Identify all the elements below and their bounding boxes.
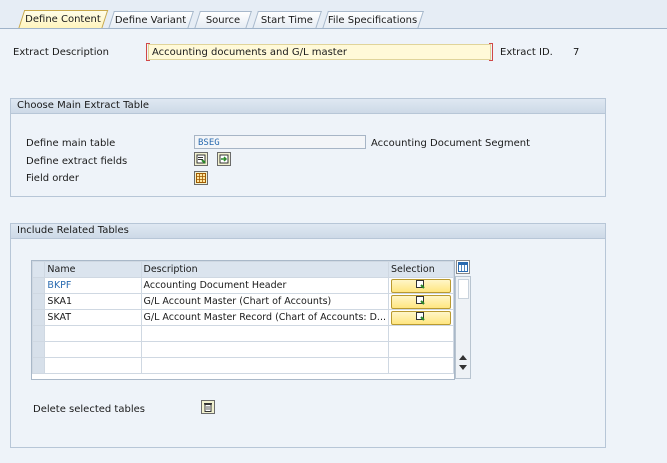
table-description: G/L Account Master (Chart of Accounts) (140, 293, 389, 310)
delete-selected-tables-label: Delete selected tables (33, 404, 145, 415)
empty-cell[interactable] (140, 341, 389, 358)
empty-cell[interactable] (44, 357, 142, 374)
required-bracket-right (489, 43, 493, 61)
extract-description-input[interactable]: Accounting documents and G/L master (148, 44, 491, 60)
column-settings-icon (458, 262, 468, 272)
table-name-link[interactable]: BKPF (44, 277, 142, 294)
extract-id-label: Extract ID. (500, 47, 553, 58)
edit-list-icon (416, 295, 426, 305)
tab-define-variant[interactable]: Define Variant (108, 11, 194, 29)
related-tables-grid: Name Description Selection BKPF Accounti… (31, 260, 455, 380)
grid-header-row: Name Description Selection (31, 261, 455, 278)
table-description: G/L Account Master Record (Chart of Acco… (140, 309, 389, 326)
edit-list-icon (416, 279, 426, 289)
tab-start-time[interactable]: Start Time (252, 11, 322, 29)
table-grid-icon (196, 173, 206, 183)
empty-row (31, 357, 455, 374)
column-header-selection[interactable]: Selection (387, 261, 455, 278)
selection-cell (387, 309, 455, 326)
extract-id-value: 7 (573, 47, 580, 58)
tab-source[interactable]: Source (194, 11, 252, 29)
selection-button[interactable] (390, 294, 451, 309)
empty-cell[interactable] (140, 325, 389, 342)
row-selector[interactable] (31, 293, 46, 310)
row-selector[interactable] (31, 325, 46, 342)
tab-strip: Define Content Define Variant Source Sta… (0, 0, 667, 30)
main-table-description: Accounting Document Segment (371, 138, 531, 149)
selection-cell (387, 277, 455, 294)
selection-cell (387, 293, 455, 310)
empty-cell[interactable] (387, 357, 455, 374)
table-description: Accounting Document Header (140, 277, 389, 294)
row-selector[interactable] (31, 341, 46, 358)
define-main-table-label: Define main table (26, 138, 116, 149)
vertical-scrollbar[interactable] (455, 276, 471, 379)
empty-row (31, 341, 455, 358)
column-settings-button[interactable] (456, 260, 470, 274)
tab-file-specifications[interactable]: File Specifications (322, 11, 424, 29)
column-header-description[interactable]: Description (140, 261, 389, 278)
delete-button[interactable] (201, 400, 215, 414)
panel-title: Include Related Tables (11, 224, 605, 239)
scroll-up-icon[interactable] (459, 354, 467, 360)
row-selector[interactable] (31, 277, 46, 294)
table-name: SKA1 (44, 293, 142, 310)
scroll-down-icon[interactable] (459, 365, 467, 371)
column-header-name[interactable]: Name (44, 261, 142, 278)
row-selector[interactable] (31, 309, 46, 326)
panel-title: Choose Main Extract Table (11, 99, 605, 114)
empty-cell[interactable] (44, 341, 142, 358)
import-icon (219, 154, 229, 164)
edit-list-icon (416, 311, 426, 321)
define-extract-fields-label: Define extract fields (26, 156, 128, 167)
selection-button[interactable] (390, 310, 451, 325)
choose-fields-button[interactable] (194, 152, 208, 166)
extract-description-label: Extract Description (13, 47, 109, 58)
import-fields-button[interactable] (217, 152, 231, 166)
row-selector[interactable] (31, 357, 46, 374)
trash-icon (204, 403, 212, 412)
field-order-button[interactable] (194, 171, 208, 185)
empty-cell[interactable] (140, 357, 389, 374)
table-row: SKAT G/L Account Master Record (Chart of… (31, 309, 455, 326)
main-table-field[interactable]: BSEG (194, 135, 366, 149)
table-row: BKPF Accounting Document Header (31, 277, 455, 294)
selection-button[interactable] (390, 278, 451, 293)
select-all-cell[interactable] (31, 261, 46, 278)
empty-row (31, 325, 455, 342)
edit-list-icon (196, 154, 206, 164)
scroll-thumb[interactable] (458, 279, 469, 299)
empty-cell[interactable] (44, 325, 142, 342)
table-row: SKA1 G/L Account Master (Chart of Accoun… (31, 293, 455, 310)
empty-cell[interactable] (387, 325, 455, 342)
field-order-label: Field order (26, 173, 79, 184)
empty-cell[interactable] (387, 341, 455, 358)
table-name: SKAT (44, 309, 142, 326)
tab-define-content[interactable]: Define Content (17, 10, 109, 30)
